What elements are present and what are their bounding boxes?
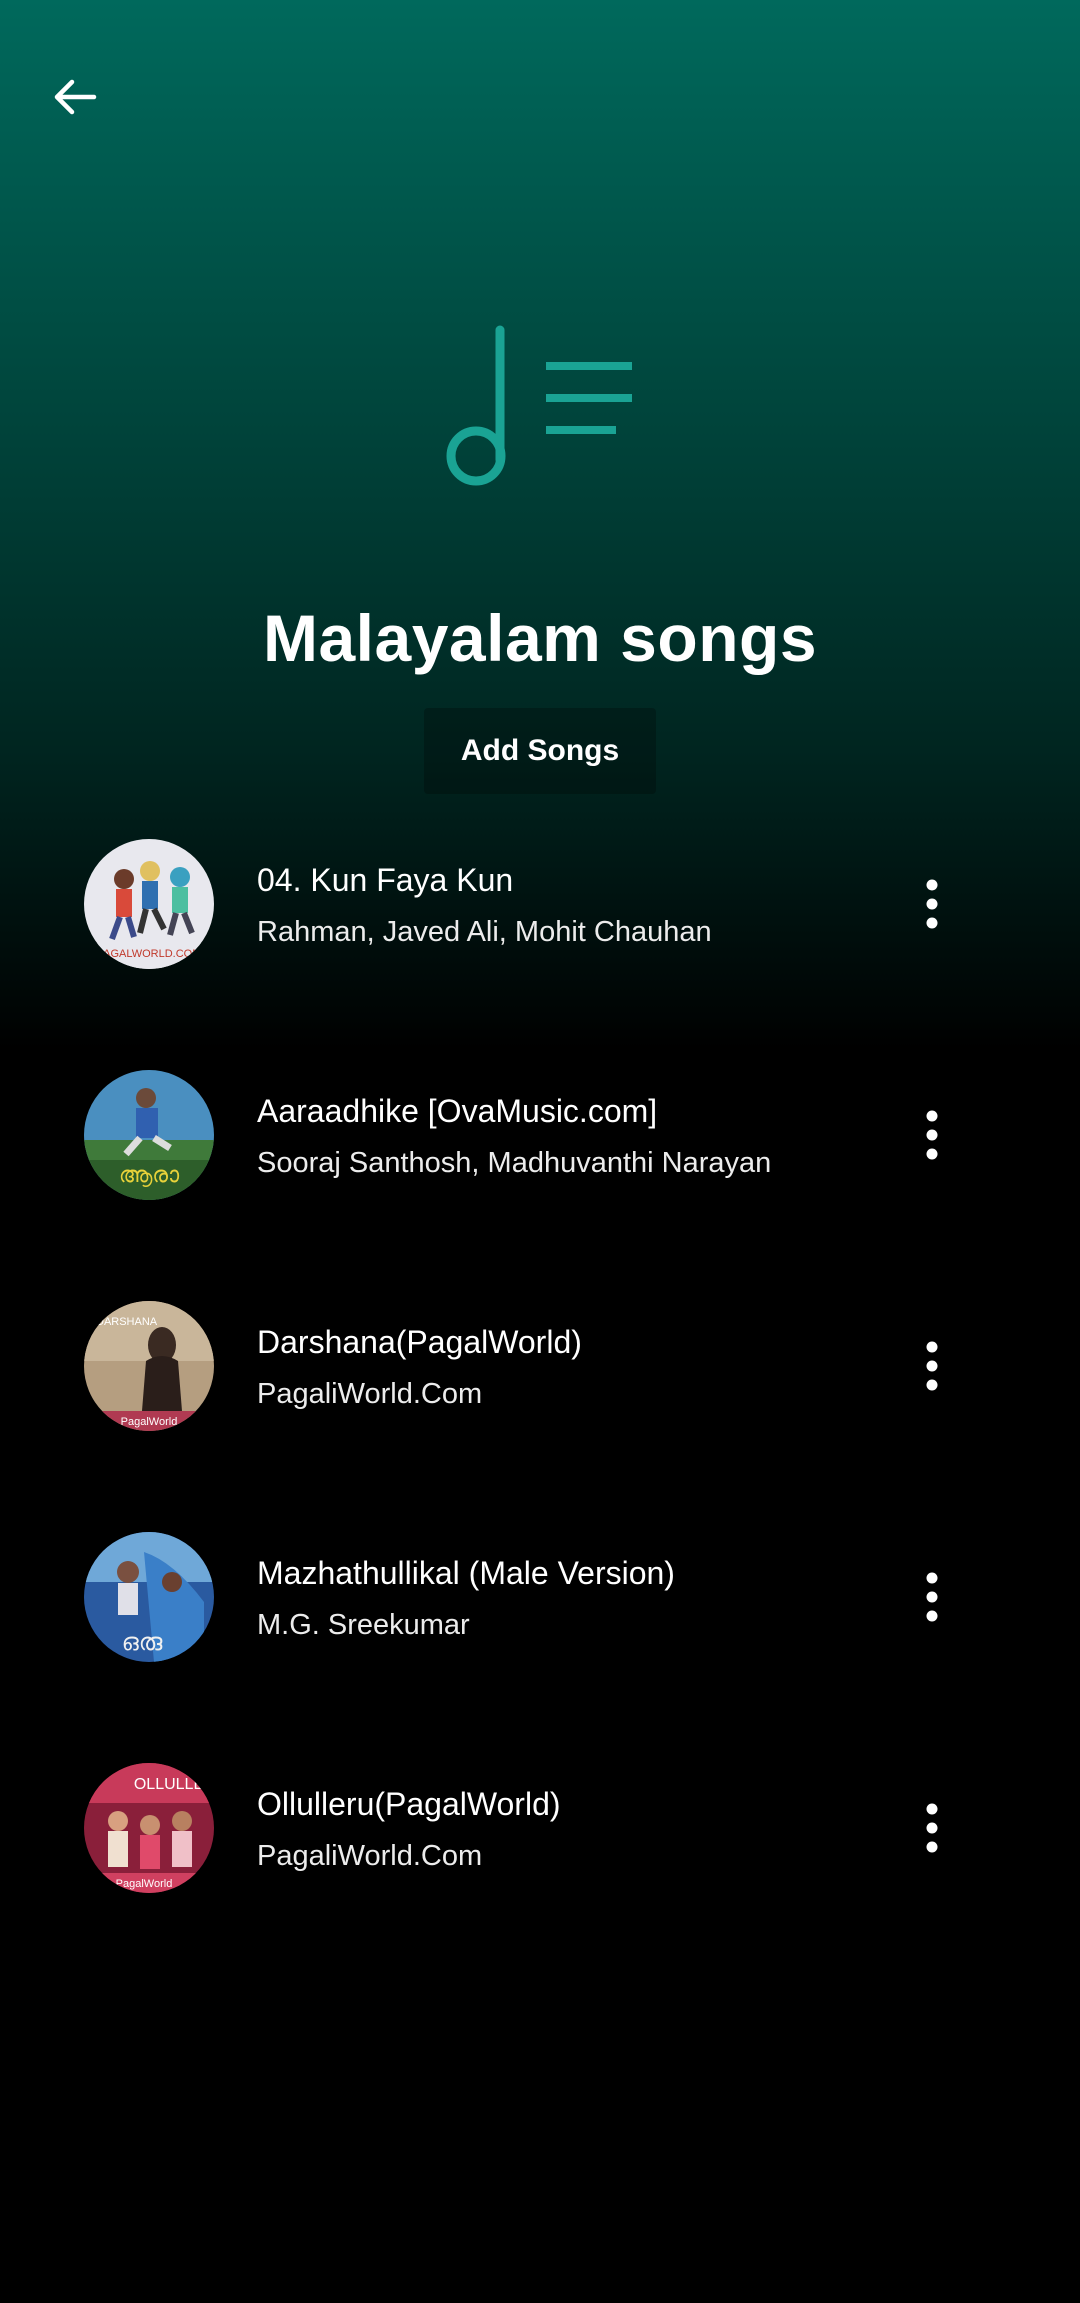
song-options-button[interactable] xyxy=(904,1326,960,1406)
song-artist: M.G. Sreekumar xyxy=(257,1609,470,1641)
svg-text:PagalWorld: PagalWorld xyxy=(121,1416,178,1428)
arrow-left-icon xyxy=(54,79,97,115)
song-artist: PagaliWorld.Com xyxy=(257,1840,483,1872)
add-songs-button[interactable]: Add Songs xyxy=(424,708,656,794)
song-info: Mazhathullikal (Male Version) M.G. Sreek… xyxy=(257,1553,857,1643)
song-row[interactable]: ഒരു Mazhathullikal (Male Version) M.G. S… xyxy=(0,1525,1080,1756)
album-cover: PAGALWORLD.COM xyxy=(84,839,214,969)
song-info: Aaraadhike [OvaMusic.com] Sooraj Santhos… xyxy=(257,1091,857,1181)
song-title: Aaraadhike [OvaMusic.com] xyxy=(257,1093,658,1129)
song-info: Darshana(PagalWorld) PagaliWorld.Com xyxy=(257,1322,857,1412)
song-options-button[interactable] xyxy=(904,1788,960,1868)
music-note-list-icon xyxy=(446,325,632,486)
svg-text:DARSHANA: DARSHANA xyxy=(96,1316,158,1328)
playlist-title: Malayalam songs xyxy=(262,601,818,675)
more-vertical-icon xyxy=(926,1572,938,1622)
album-cover: DARSHANA PagalWorld xyxy=(84,1301,214,1431)
album-cover: ഒരു xyxy=(84,1532,214,1662)
svg-text:ഒരു: ഒരു xyxy=(122,1628,163,1656)
album-cover: ആരാ xyxy=(84,1070,214,1200)
song-info: Ollulleru(PagalWorld) PagaliWorld.Com xyxy=(257,1784,857,1874)
song-options-button[interactable] xyxy=(904,1557,960,1637)
song-info: 04. Kun Faya Kun Rahman, Javed Ali, Mohi… xyxy=(257,860,857,950)
more-vertical-icon xyxy=(926,879,938,929)
song-list: PAGALWORLD.COM 04. Kun Faya Kun Rahman, … xyxy=(0,832,1080,1987)
song-options-button[interactable] xyxy=(904,1095,960,1175)
song-title: Darshana(PagalWorld) xyxy=(257,1324,582,1360)
song-row[interactable]: ആരാ Aaraadhike [OvaMusic.com] Sooraj San… xyxy=(0,1063,1080,1294)
svg-text:PagalWorld: PagalWorld xyxy=(116,1878,173,1890)
back-button[interactable] xyxy=(40,62,110,132)
more-vertical-icon xyxy=(926,1341,938,1391)
song-artist: Rahman, Javed Ali, Mohit Chauhan xyxy=(257,916,712,948)
song-title: Ollulleru(PagalWorld) xyxy=(257,1786,561,1822)
song-options-button[interactable] xyxy=(904,864,960,944)
song-title: Mazhathullikal (Male Version) xyxy=(257,1555,675,1591)
svg-text:PAGALWORLD.COM: PAGALWORLD.COM xyxy=(97,948,202,960)
song-title: 04. Kun Faya Kun xyxy=(257,862,514,898)
song-artist: Sooraj Santhosh, Madhuvanthi Narayan xyxy=(257,1147,772,1179)
svg-text:ആരാ: ആരാ xyxy=(119,1163,180,1188)
playlist-artwork xyxy=(430,318,650,498)
svg-text:OLLULLE: OLLULLE xyxy=(134,1776,204,1793)
song-row[interactable]: OLLULLE PagalWorld Ollulleru(PagalWorld)… xyxy=(0,1756,1080,1987)
more-vertical-icon xyxy=(926,1803,938,1853)
song-row[interactable]: PAGALWORLD.COM 04. Kun Faya Kun Rahman, … xyxy=(0,832,1080,1063)
more-vertical-icon xyxy=(926,1110,938,1160)
album-cover: OLLULLE PagalWorld xyxy=(84,1763,214,1893)
song-row[interactable]: DARSHANA PagalWorld Darshana(PagalWorld)… xyxy=(0,1294,1080,1525)
song-artist: PagaliWorld.Com xyxy=(257,1378,483,1410)
